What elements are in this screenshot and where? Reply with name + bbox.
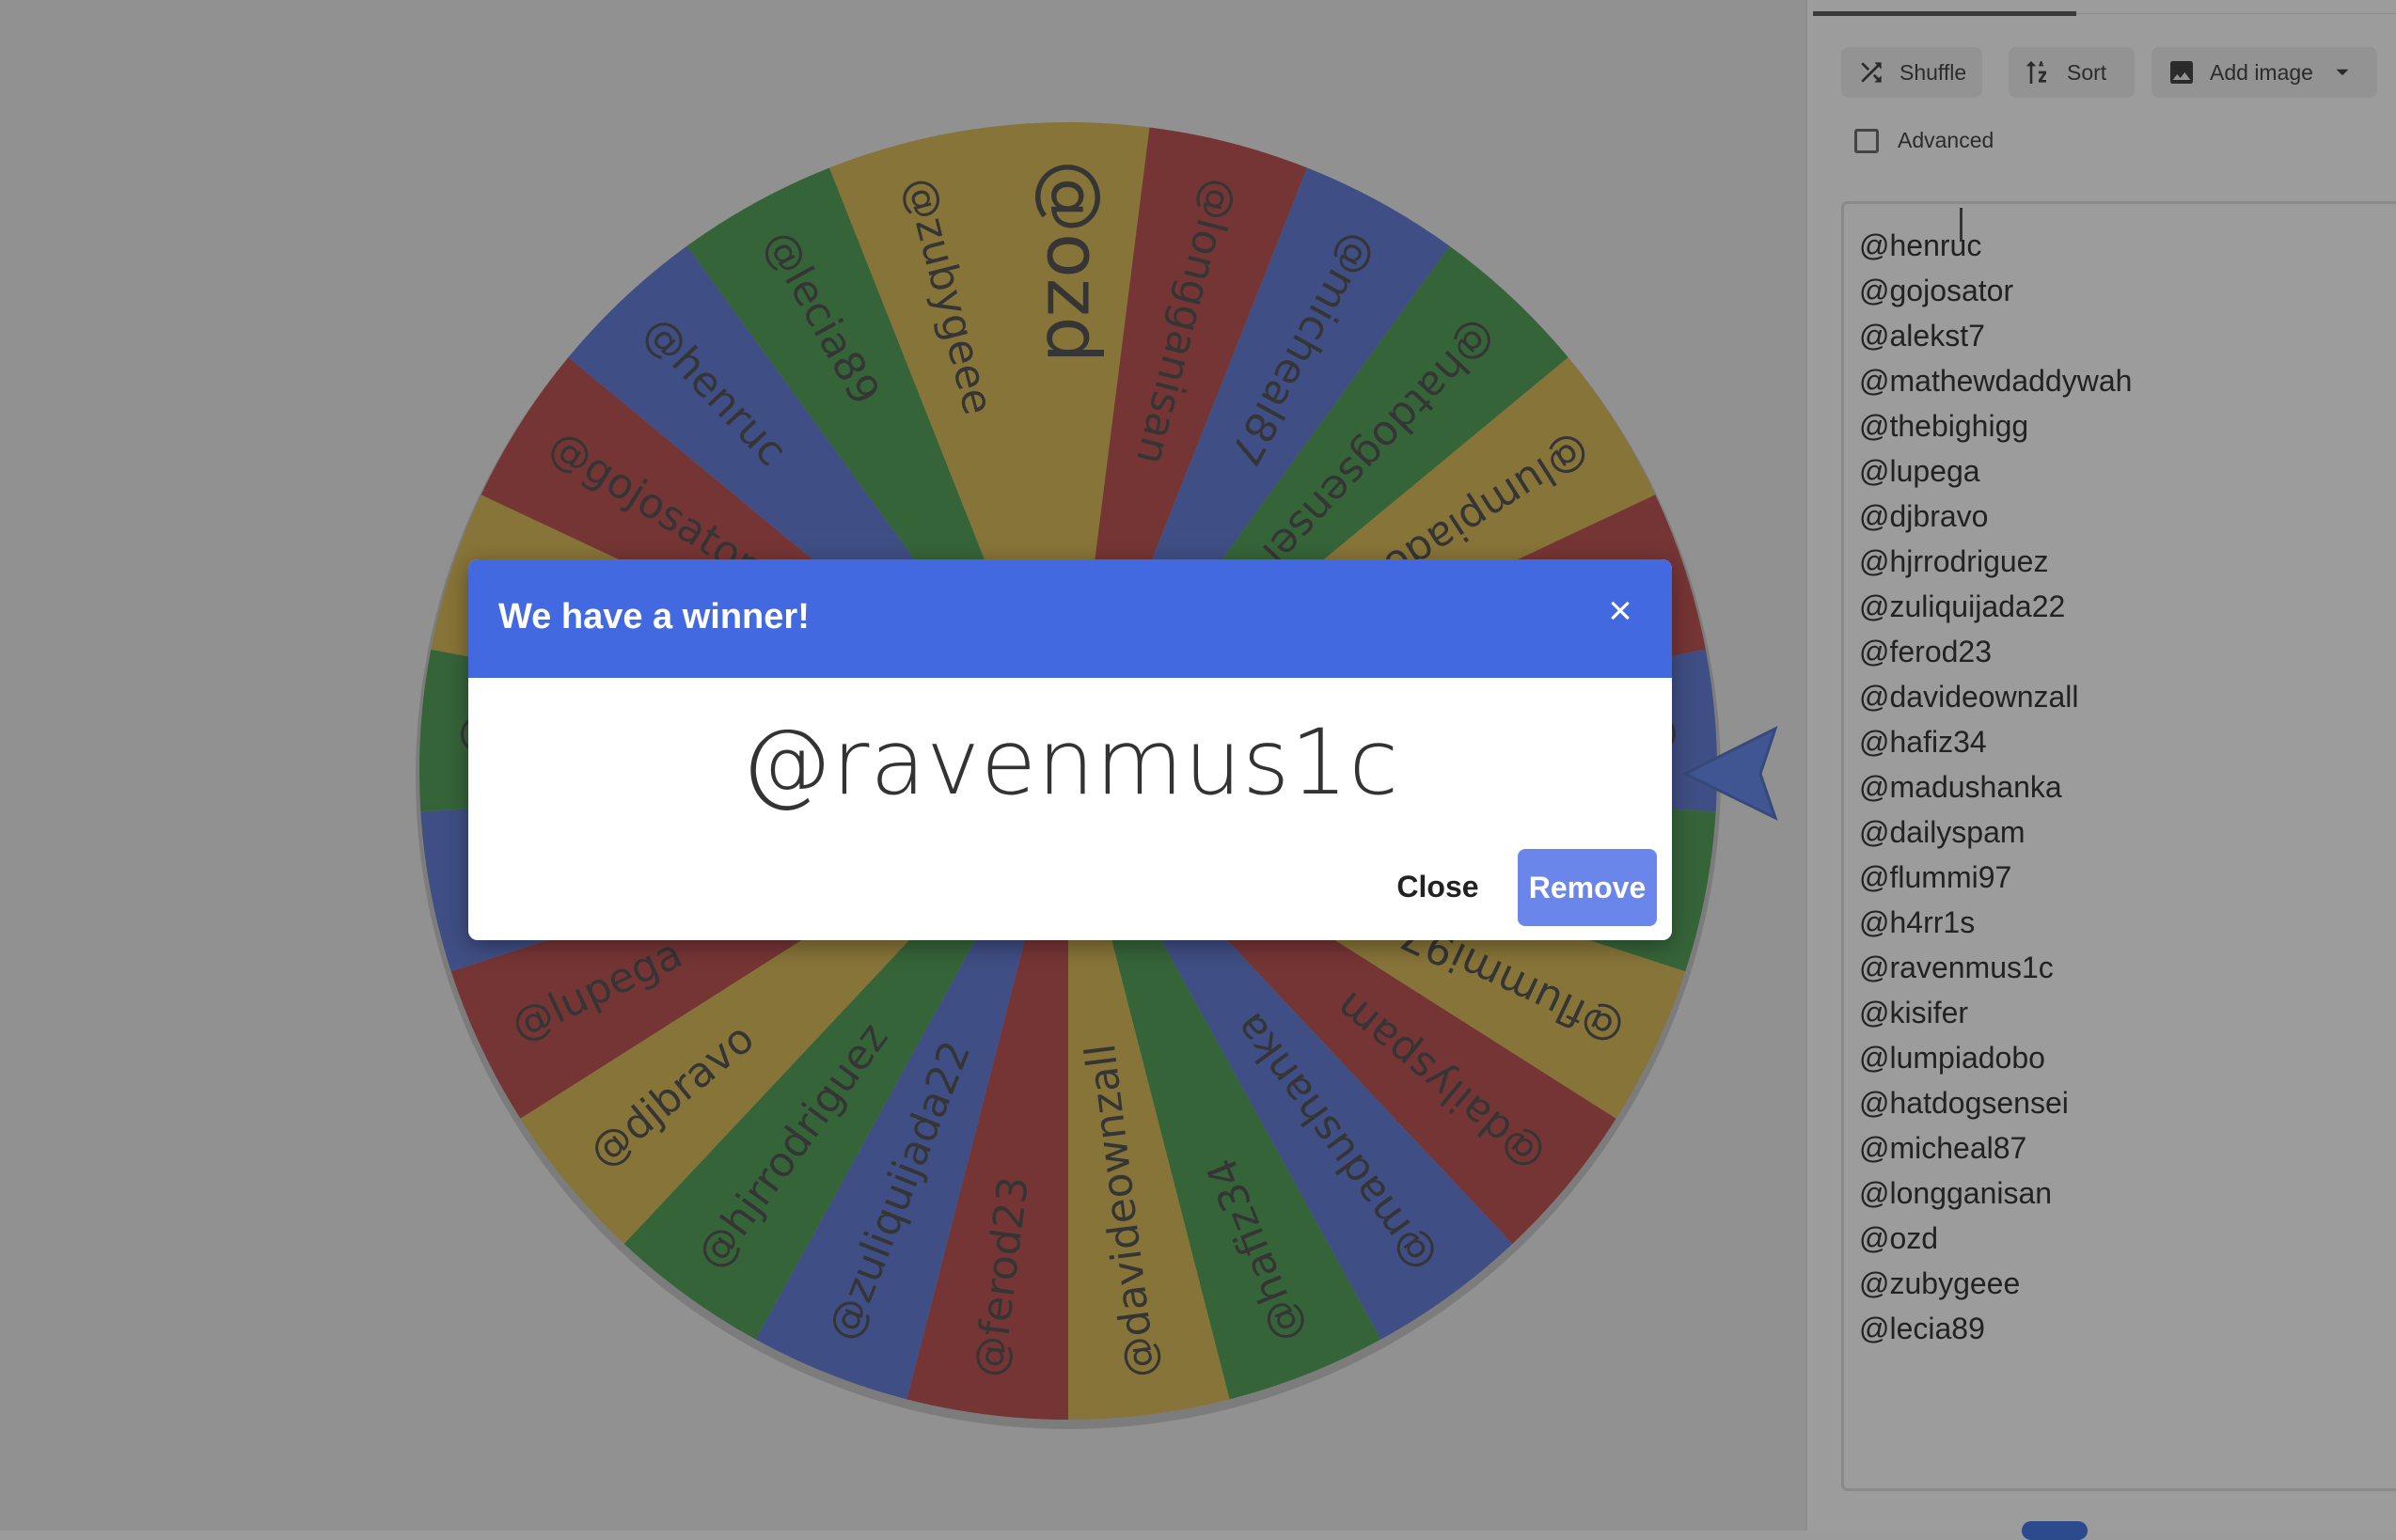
tab-divider [2076, 13, 2396, 14]
entry-item: @longganisan [1859, 1176, 2053, 1210]
entries-textarea[interactable]: @henruc @gojosator @alekst7 @mathewdaddywah… [1841, 201, 2396, 1491]
entry-item: @davideownzall [1859, 680, 2079, 714]
entry-item: @h4rr1s [1859, 905, 1976, 939]
sort-icon [2026, 61, 2046, 84]
add-image-label: Add image [2210, 59, 2313, 85]
entry-item: @hjrrodriguez [1859, 544, 2049, 578]
entries-panel: Shuffle Sort Add image Advanced @henruc @… [1805, 0, 2396, 1540]
entry-item: @henruc [1859, 228, 1982, 262]
add-image-button[interactable]: Add image [2152, 47, 2377, 98]
entry-item: @lecia89 [1859, 1312, 1985, 1345]
remove-button[interactable]: Remove [1518, 849, 1657, 926]
entry-item: @madushanka [1859, 770, 2062, 804]
entry-item: @flummi97 [1859, 860, 2012, 894]
shuffle-label: Shuffle [1899, 59, 1967, 85]
entry-item: @kisifer [1859, 996, 1969, 1029]
entry-item: @micheal87 [1859, 1131, 2027, 1165]
entry-item: @dailyspam [1859, 815, 2026, 849]
winner-dialog: We have a winner! × @ravenmus1c Close Re… [468, 559, 1672, 940]
close-icon[interactable]: × [1597, 588, 1644, 635]
dialog-title: We have a winner! [498, 597, 810, 636]
close-button[interactable]: Close [1377, 851, 1499, 922]
image-icon [2170, 61, 2193, 84]
entry-item: @gojosator [1859, 274, 2014, 307]
winner-name: @ravenmus1c [740, 710, 1400, 815]
advanced-label: Advanced [1898, 128, 1994, 152]
entry-item: @hatdogsensei [1859, 1086, 2069, 1120]
entries-list: @henruc @gojosator @alekst7 @mathewdaddywah… [1859, 223, 2132, 1351]
entry-item: @lumpiadobo [1859, 1041, 2045, 1075]
entry-item: @ravenmus1c [1859, 951, 2054, 984]
entry-item: @mathewdaddywah [1859, 364, 2133, 398]
entry-item: @djbravo [1859, 499, 1989, 533]
entry-item: @lupega [1859, 454, 1980, 488]
entry-item: @ozd [1859, 1221, 1939, 1255]
entry-item: @thebighigg [1859, 409, 2029, 443]
sort-label: Sort [2067, 59, 2107, 85]
entry-item: @zuliquijada22 [1859, 589, 2066, 623]
sort-button[interactable]: Sort [2009, 47, 2135, 98]
advanced-checkbox[interactable] [1854, 128, 1879, 153]
entry-item: @alekst7 [1859, 319, 1985, 353]
dropdown-arrow-icon [2336, 69, 2349, 76]
entry-item: @zubygeee [1859, 1266, 2021, 1300]
advanced-toggle[interactable]: Advanced [1854, 128, 1994, 153]
bottom-action-button[interactable] [2022, 1521, 2088, 1540]
entry-item: @hafiz34 [1859, 725, 1987, 759]
shuffle-icon [1861, 62, 1882, 83]
shuffle-button[interactable]: Shuffle [1841, 47, 1982, 98]
active-tab-indicator [1813, 11, 2076, 16]
dialog-header: We have a winner! × [468, 559, 1672, 678]
entry-item: @ferod23 [1859, 635, 1993, 668]
